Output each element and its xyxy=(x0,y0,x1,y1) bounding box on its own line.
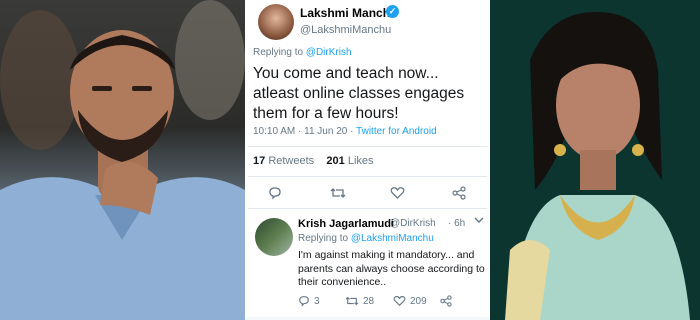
tweet-stats: 17 Retweets 201 Likes xyxy=(253,155,374,167)
divider xyxy=(248,176,487,177)
share-icon[interactable] xyxy=(440,295,452,309)
reply-time[interactable]: · 6h xyxy=(448,218,465,229)
avatar[interactable] xyxy=(258,4,294,40)
reply-author-handle[interactable]: @DirKrish xyxy=(390,218,436,229)
reply-icon[interactable] xyxy=(298,295,310,310)
share-icon[interactable] xyxy=(452,186,466,202)
heart-icon[interactable] xyxy=(393,295,406,309)
replying-prefix: Replying to xyxy=(253,47,304,58)
retweets-label[interactable]: Retweets xyxy=(268,155,314,167)
like-count[interactable]: 201 xyxy=(326,155,344,167)
tweet-author-name[interactable]: Lakshmi Manchu xyxy=(300,6,397,20)
chevron-down-icon[interactable] xyxy=(474,215,484,227)
left-photo xyxy=(0,0,245,320)
tweet-author-handle[interactable]: @LakshmiManchu xyxy=(300,24,391,36)
reply-avatar[interactable] xyxy=(255,218,293,256)
reply-count: 3 xyxy=(314,296,320,307)
tweet-timestamp[interactable]: 10:10 AM · 11 Jun 20 · xyxy=(253,126,353,137)
likes-label[interactable]: Likes xyxy=(348,155,374,167)
reply-icon[interactable] xyxy=(268,186,282,202)
reply-replying-prefix: Replying to xyxy=(298,233,349,244)
replying-mention-link[interactable]: @DirKrish xyxy=(306,47,352,58)
tweet-text: You come and teach now... atleast online… xyxy=(253,65,465,122)
retweet-count[interactable]: 17 xyxy=(253,155,265,167)
divider xyxy=(248,146,487,147)
reply-text: I'm against making it mandatory... and p… xyxy=(298,249,485,288)
woman-portrait-illustration xyxy=(490,0,700,320)
reply-like-count: 209 xyxy=(410,296,427,307)
heart-icon[interactable] xyxy=(390,186,405,202)
reply-retweet-count: 28 xyxy=(363,296,375,307)
reply-author-name[interactable]: Krish Jagarlamudi xyxy=(298,218,394,230)
reply-replying-to: Replying to @LakshmiManchu xyxy=(298,233,434,244)
tweet-source-link[interactable]: Twitter for Android xyxy=(356,126,437,137)
tweet-meta: 10:10 AM · 11 Jun 20 · Twitter for Andro… xyxy=(253,126,437,137)
divider xyxy=(248,208,487,209)
retweet-icon[interactable] xyxy=(330,186,346,202)
retweet-icon[interactable] xyxy=(345,295,359,309)
reply-mention-link[interactable]: @LakshmiManchu xyxy=(351,233,434,244)
replying-to: Replying to @DirKrish xyxy=(253,47,352,58)
man-portrait-illustration xyxy=(0,0,245,320)
right-photo xyxy=(490,0,700,320)
verified-icon: ✓ xyxy=(386,5,399,18)
